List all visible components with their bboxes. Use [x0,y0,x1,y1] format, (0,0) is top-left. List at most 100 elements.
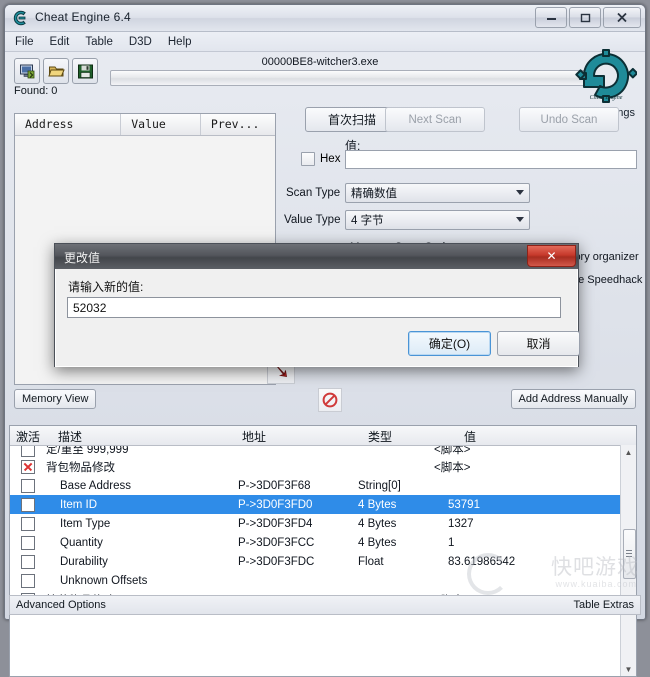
column-value[interactable]: 值 [458,426,584,445]
menu-item-help[interactable]: Help [168,36,192,48]
mid-toolbar: Memory View Add Address Manually [5,357,645,419]
row-description: Durability [60,555,108,568]
column-type[interactable]: 类型 [362,426,458,445]
checkbox-icon[interactable] [21,478,35,493]
column-address[interactable]: Address [15,114,122,135]
minimize-button[interactable] [535,7,567,28]
value-type-select[interactable]: 4 字节 [345,210,530,230]
table-row[interactable]: Item ID P->3D0F3FD0 4 Bytes 53791 [10,495,636,514]
column-address[interactable]: 地址 [236,426,362,445]
menu-bar: File Edit Table D3D Help [5,32,645,52]
checkbox-icon[interactable] [21,516,35,531]
scan-type-label: Scan Type [286,187,341,199]
row-activate-cell[interactable] [10,535,46,550]
scan-type-select[interactable]: 精确数值 [345,183,530,203]
row-type: 4 Bytes [358,517,397,530]
dialog-titlebar[interactable]: 更改值 ✕ [55,244,578,269]
dialog-title: 更改值 [64,251,101,265]
table-row[interactable]: 定/重至 999,999 <脚本> [10,446,636,457]
row-type: String[0] [358,479,401,492]
scroll-down-icon[interactable]: ▼ [621,662,636,676]
row-type: 4 Bytes [358,536,397,549]
change-value-dialog[interactable]: 更改值 ✕ 请输入新的值: 52032 确定(O) 取消 [54,243,580,367]
dialog-body: 请输入新的值: 52032 确定(O) 取消 [55,269,580,367]
process-title: 00000BE8-witcher3.exe [261,56,379,68]
row-description: 定/重至 999,999 [46,446,129,456]
checkbox-icon[interactable] [21,497,35,512]
scrollbar-grip-icon [626,550,632,551]
row-activate-cell[interactable] [10,446,46,457]
checkbox-icon[interactable] [21,573,35,588]
scan-value-input[interactable] [345,150,637,169]
column-value[interactable]: Value [121,114,201,135]
row-activate-cell[interactable] [10,554,46,569]
row-type: Float [358,555,384,568]
scan-button-row: 首次扫描 Next Scan Undo Scan [305,107,635,133]
menu-item-file[interactable]: File [15,36,34,48]
cheat-table-header: 激活 描述 地址 类型 值 [10,426,636,446]
column-active[interactable]: 激活 [10,426,52,445]
dialog-cancel-button[interactable]: 取消 [497,331,580,356]
column-description[interactable]: 描述 [52,426,236,445]
hex-checkbox-row[interactable]: Hex [301,152,340,166]
dialog-ok-button[interactable]: 确定(O) [408,331,491,356]
next-scan-button[interactable]: Next Scan [385,107,485,132]
hex-label: Hex [320,153,341,165]
advanced-options-button[interactable]: Advanced Options [16,599,106,611]
dialog-value-input[interactable]: 52032 [67,297,561,318]
cheat-table[interactable]: 激活 描述 地址 类型 值 定/重至 999,999 <脚本> 背包物品修改 <脚本>… [9,425,637,677]
process-select-button[interactable] [14,58,40,84]
screen: Cheat Engine 6.4 File Edit Table D3D Hel… [0,0,650,677]
row-activate-cell[interactable] [10,497,46,512]
cheat-table-scrollbar[interactable]: ▲ ▼ [620,445,636,676]
checkbox-crossed-icon[interactable] [21,459,35,474]
row-activate-cell[interactable] [10,516,46,531]
table-row[interactable]: Quantity P->3D0F3FCC 4 Bytes 1 [10,533,636,552]
scrollbar-thumb[interactable] [623,529,636,579]
table-row[interactable]: 背包物品修改 <脚本> [10,457,636,476]
value-type-value: 4 字节 [351,215,384,227]
table-row[interactable]: Base Address P->3D0F3F68 String[0] [10,476,636,495]
window-titlebar[interactable]: Cheat Engine 6.4 [5,5,645,32]
table-extras-button[interactable]: Table Extras [573,599,634,611]
scan-results-header: Address Value Prev... [15,114,275,136]
row-value: 53791 [448,498,480,511]
window-controls [535,7,641,28]
toolbar: 00000BE8-witcher3.exe Found: 0 Cheat Eng… [5,49,645,119]
column-previous[interactable]: Prev... [201,114,275,135]
open-file-button[interactable] [43,58,69,84]
undo-scan-button[interactable]: Undo Scan [519,107,619,132]
checkbox-icon[interactable] [21,535,35,550]
no-entry-icon[interactable] [318,388,342,412]
save-file-button[interactable] [72,58,98,84]
close-button[interactable] [603,7,641,28]
menu-item-table[interactable]: Table [85,36,113,48]
row-value: <脚本> [434,461,471,474]
hex-checkbox[interactable] [301,152,315,166]
dialog-prompt: 请输入新的值: [68,280,144,294]
checkbox-icon[interactable] [21,554,35,569]
add-address-manually-button[interactable]: Add Address Manually [510,389,636,409]
scan-type-value: 精确数值 [351,188,397,200]
maximize-button[interactable] [569,7,601,28]
row-activate-cell[interactable] [10,478,46,493]
row-activate-cell[interactable] [10,573,46,588]
menu-item-edit[interactable]: Edit [50,36,70,48]
row-address: P->3D0F3FD4 [238,517,313,530]
table-row[interactable]: Durability P->3D0F3FDC Float 83.61986542 [10,552,636,571]
row-address: P->3D0F3FD0 [238,498,313,511]
memory-view-button[interactable]: Memory View [14,389,97,409]
status-bar: Advanced Options Table Extras [9,595,641,615]
table-row[interactable]: Unknown Offsets [10,571,636,590]
dialog-close-button[interactable]: ✕ [527,245,576,267]
process-progressbar [110,70,592,86]
row-description: Item ID [60,498,98,511]
row-description: Item Type [60,517,111,530]
row-activate-cell[interactable] [10,459,46,474]
scroll-up-icon[interactable]: ▲ [621,445,636,459]
menu-item-d3d[interactable]: D3D [129,36,152,48]
checkbox-icon[interactable] [21,446,35,457]
table-row[interactable]: Item Type P->3D0F3FD4 4 Bytes 1327 [10,514,636,533]
row-address: P->3D0F3FDC [238,555,315,568]
row-type: 4 Bytes [358,498,397,511]
